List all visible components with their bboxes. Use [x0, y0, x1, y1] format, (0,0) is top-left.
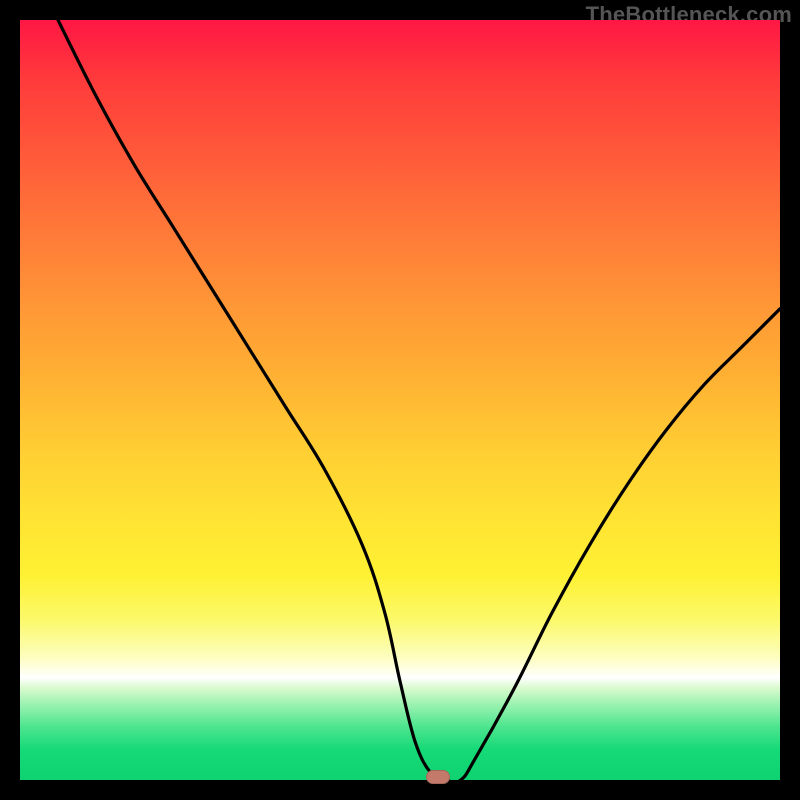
bottleneck-curve: [20, 20, 780, 780]
chart-stage: TheBottleneck.com: [0, 0, 800, 800]
bottleneck-marker: [426, 770, 450, 784]
curve-path: [58, 20, 780, 780]
bottleneck-chart: [20, 20, 780, 780]
